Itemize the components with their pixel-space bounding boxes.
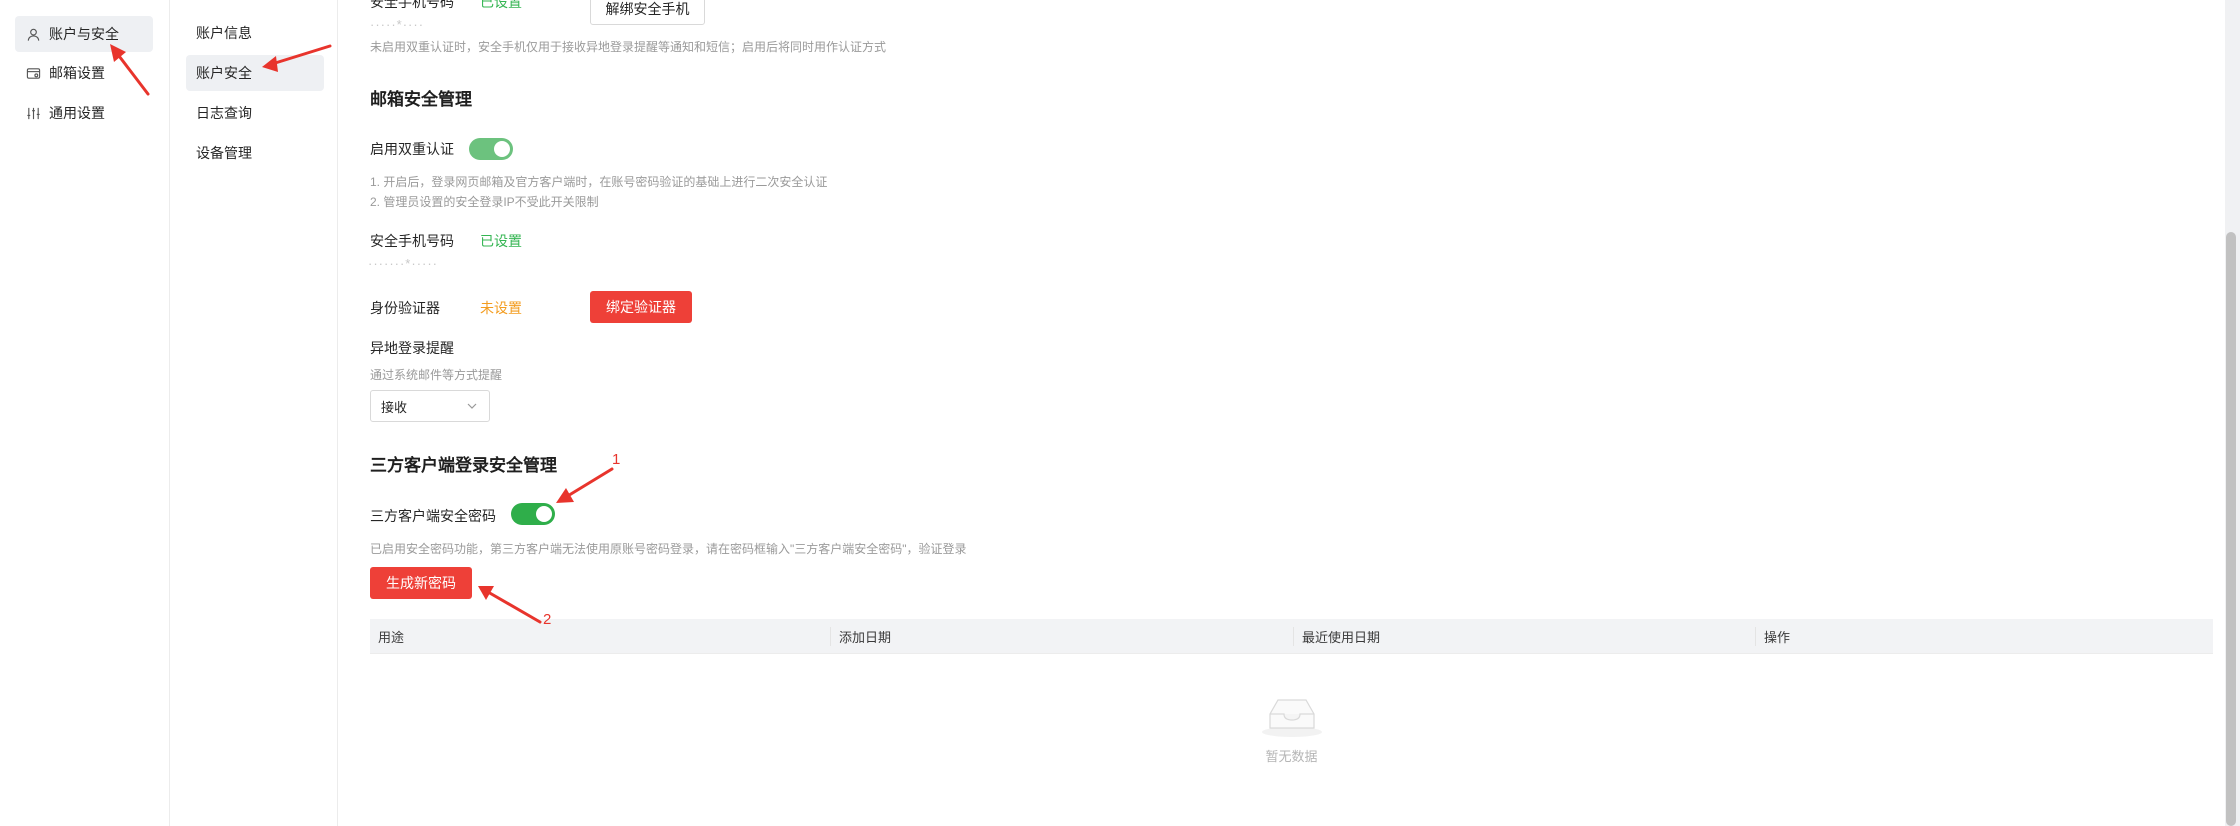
subnav-item-device-management[interactable]: 设备管理 bbox=[186, 135, 324, 171]
chevron-down-icon bbox=[467, 403, 477, 409]
scrollbar[interactable] bbox=[2226, 232, 2236, 826]
two-factor-label: 启用双重认证 bbox=[370, 141, 454, 157]
password-table: 用途 添加日期 最近使用日期 操作 暂无数据 bbox=[370, 619, 2213, 805]
sidebar-item-mailbox-settings[interactable]: 邮箱设置 bbox=[15, 55, 153, 91]
sliders-icon bbox=[25, 105, 41, 121]
subnav-item-account-info[interactable]: 账户信息 bbox=[186, 15, 324, 51]
bind-authenticator-button[interactable]: 绑定验证器 bbox=[590, 291, 692, 323]
remote-login-hint: 通过系统邮件等方式提醒 bbox=[370, 368, 503, 382]
two-factor-toggle[interactable] bbox=[469, 138, 513, 160]
mailbox-security-title: 邮箱安全管理 bbox=[370, 90, 472, 109]
column-header-purpose: 用途 bbox=[378, 630, 405, 645]
security-phone-masked: ·······*····· bbox=[368, 256, 439, 271]
user-icon bbox=[25, 26, 41, 42]
sidebar-item-label: 通用设置 bbox=[49, 105, 105, 121]
table-header: 用途 添加日期 最近使用日期 操作 bbox=[370, 619, 2213, 654]
third-party-title: 三方客户端登录安全管理 bbox=[370, 456, 557, 475]
subnav-item-label: 账户安全 bbox=[196, 65, 252, 81]
authenticator-label: 身份验证器 bbox=[370, 300, 440, 316]
generate-password-button[interactable]: 生成新密码 bbox=[370, 567, 472, 599]
sidebar-item-label: 邮箱设置 bbox=[49, 65, 105, 81]
third-party-password-toggle[interactable] bbox=[511, 503, 555, 525]
column-header-last-used-date: 最近使用日期 bbox=[1293, 627, 1755, 646]
subnav-item-label: 设备管理 bbox=[196, 145, 252, 161]
primary-sidebar: 账户与安全 邮箱设置 通用设置 bbox=[0, 0, 170, 826]
empty-inbox-icon bbox=[1262, 699, 1322, 737]
table-body: 暂无数据 bbox=[370, 654, 2213, 805]
authenticator-status: 未设置 bbox=[480, 300, 522, 316]
remote-login-label: 异地登录提醒 bbox=[370, 340, 454, 356]
annotation-label-1: 1 bbox=[612, 451, 621, 468]
top-phone-masked: ·····*···· bbox=[370, 17, 425, 32]
third-party-hint: 已启用安全密码功能，第三方客户端无法使用原账号密码登录，请在密码框输入"三方客户… bbox=[370, 542, 967, 556]
remote-login-selected-value: 接收 bbox=[381, 399, 408, 415]
third-party-password-label: 三方客户端安全密码 bbox=[370, 508, 496, 524]
subnav-item-label: 日志查询 bbox=[196, 105, 252, 121]
empty-state-text: 暂无数据 bbox=[1265, 749, 1318, 764]
subnav-item-label: 账户信息 bbox=[196, 25, 252, 41]
column-header-actions: 操作 bbox=[1755, 627, 2213, 646]
sidebar-item-account-security[interactable]: 账户与安全 bbox=[15, 16, 153, 52]
sidebar-item-general-settings[interactable]: 通用设置 bbox=[15, 95, 153, 131]
two-factor-hint-1: 1. 开启后，登录网页邮箱及官方客户端时，在账号密码验证的基础上进行二次安全认证 bbox=[370, 175, 828, 189]
annotation-label-2: 2 bbox=[543, 611, 552, 628]
secondary-sidebar: 账户信息 账户安全 日志查询 设备管理 bbox=[170, 0, 338, 826]
sidebar-item-label: 账户与安全 bbox=[49, 26, 119, 42]
subnav-item-log-query[interactable]: 日志查询 bbox=[186, 95, 324, 131]
top-phone-status: 已设置 bbox=[480, 0, 522, 10]
mailbox-icon bbox=[25, 65, 41, 81]
top-phone-hint: 未启用双重认证时，安全手机仅用于接收异地登录提醒等通知和短信；启用后将同时用作认… bbox=[370, 40, 887, 54]
subnav-item-account-security[interactable]: 账户安全 bbox=[186, 55, 324, 91]
top-phone-label: 安全手机号码 bbox=[370, 0, 454, 10]
remote-login-select[interactable]: 接收 bbox=[370, 390, 490, 422]
security-phone-label: 安全手机号码 bbox=[370, 233, 454, 249]
security-phone-status: 已设置 bbox=[480, 233, 522, 249]
unbind-phone-button[interactable]: 解绑安全手机 bbox=[590, 0, 705, 25]
two-factor-hint-2: 2. 管理员设置的安全登录IP不受此开关限制 bbox=[370, 195, 599, 209]
column-header-added-date: 添加日期 bbox=[830, 627, 1293, 646]
